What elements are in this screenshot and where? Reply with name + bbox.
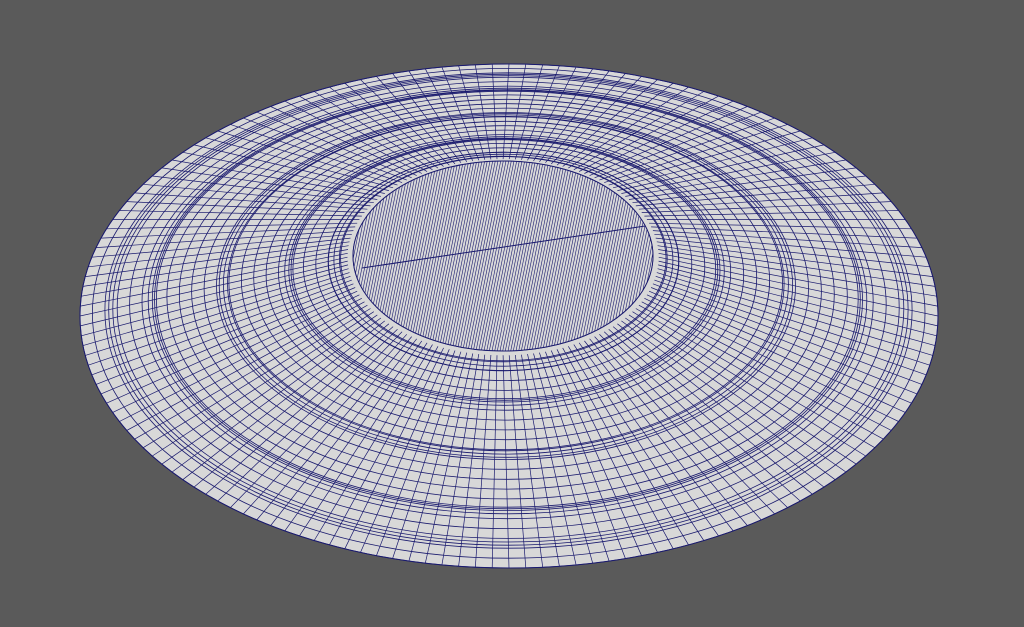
disk-mesh [79, 63, 939, 569]
render-viewport[interactable] [0, 0, 1024, 627]
mesh-render-canvas[interactable] [0, 0, 1024, 627]
